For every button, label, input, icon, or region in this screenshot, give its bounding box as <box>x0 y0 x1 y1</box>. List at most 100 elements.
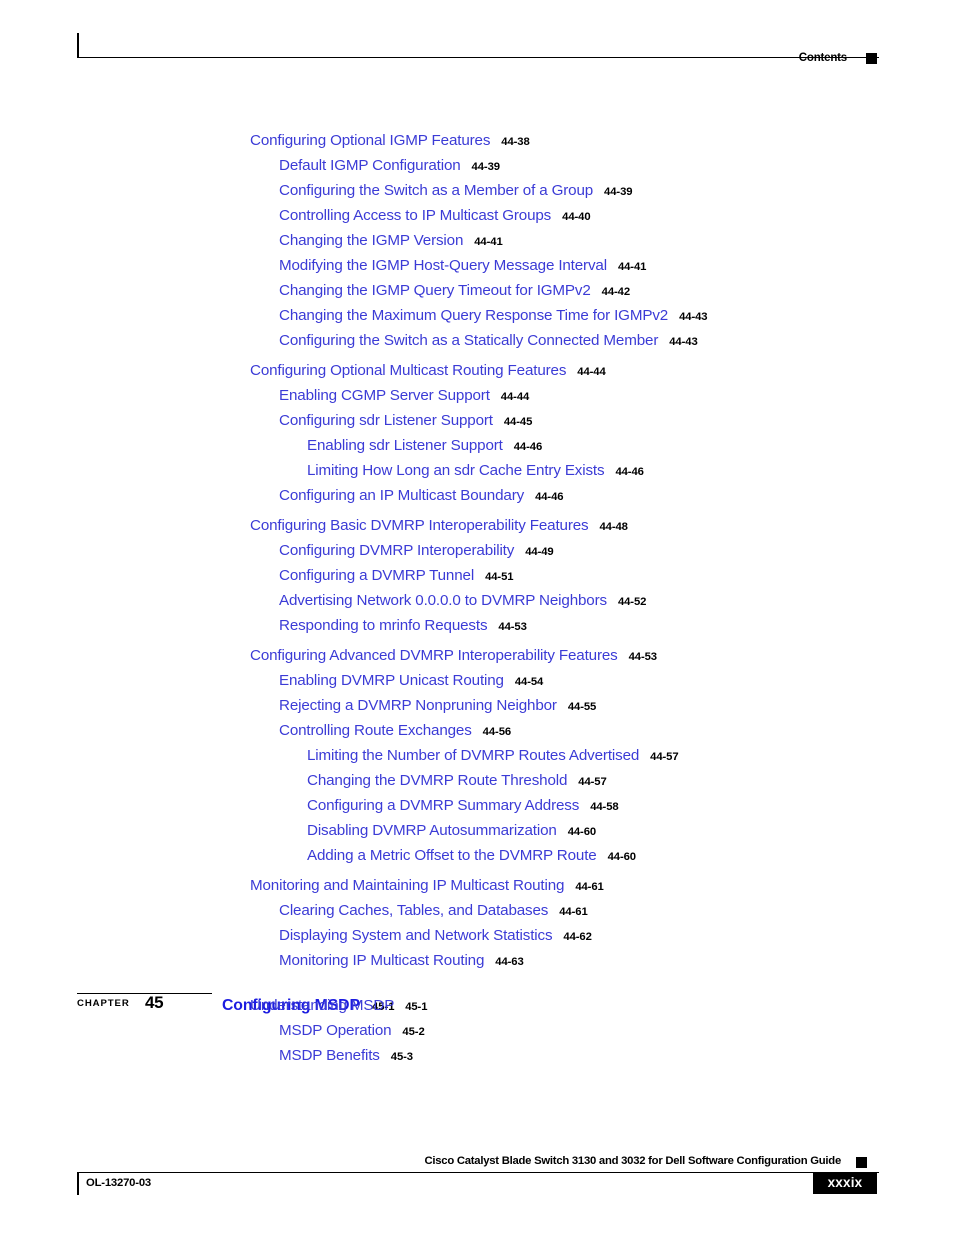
toc-entry-link[interactable]: Limiting How Long an sdr Cache Entry Exi… <box>307 462 605 479</box>
toc-entry[interactable]: Enabling DVMRP Unicast Routing 44-54 <box>0 668 954 693</box>
toc-entry-link[interactable]: Configuring Optional Multicast Routing F… <box>250 362 566 379</box>
toc-entry-page-number: 44-62 <box>563 931 592 943</box>
toc-entry-link[interactable]: Changing the DVMRP Route Threshold <box>307 772 567 789</box>
toc-entry-link[interactable]: Configuring the Switch as a Statically C… <box>279 332 658 349</box>
toc-entry-link[interactable]: Enabling DVMRP Unicast Routing <box>279 672 504 689</box>
toc-entry-page-number: 44-60 <box>567 826 597 838</box>
page-footer: Cisco Catalyst Blade Switch 3130 and 303… <box>77 1155 879 1205</box>
toc-entry[interactable]: Configuring DVMRP Interoperability 44-49 <box>0 538 954 563</box>
toc-entry[interactable]: Enabling CGMP Server Support 44-44 <box>0 383 954 408</box>
toc-entry[interactable]: Changing the DVMRP Route Threshold 44-57 <box>0 768 954 793</box>
toc-entry-link[interactable]: Advertising Network 0.0.0.0 to DVMRP Nei… <box>279 592 607 609</box>
toc-entry-link[interactable]: MSDP Operation <box>279 1022 392 1039</box>
toc-entry[interactable]: Configuring the Switch as a Member of a … <box>0 178 954 203</box>
toc-entry[interactable]: Monitoring IP Multicast Routing 44-63 <box>0 948 954 973</box>
toc-entry-page-number: 44-63 <box>495 956 524 968</box>
toc-entry-page-number: 44-56 <box>482 726 512 738</box>
toc-entry[interactable]: Controlling Route Exchanges 44-56 <box>0 718 954 743</box>
toc-entry-link[interactable]: MSDP Benefits <box>279 1047 380 1064</box>
toc-entry[interactable]: Clearing Caches, Tables, and Databases 4… <box>0 898 954 923</box>
toc-entry[interactable]: Displaying System and Network Statistics… <box>0 923 954 948</box>
toc-entry-link[interactable]: Monitoring IP Multicast Routing <box>279 952 484 969</box>
toc-entry-link[interactable]: Modifying the IGMP Host-Query Message In… <box>279 257 607 274</box>
toc-entry[interactable]: Changing the IGMP Version 44-41 <box>0 228 954 253</box>
toc-entry-link[interactable]: Enabling CGMP Server Support <box>279 387 490 404</box>
toc-entry-link[interactable]: Changing the Maximum Query Response Time… <box>279 307 668 324</box>
toc-entry[interactable]: Monitoring and Maintaining IP Multicast … <box>0 873 954 898</box>
toc-entry[interactable]: Configuring a DVMRP Summary Address 44-5… <box>0 793 954 818</box>
toc-entry-link[interactable]: Configuring Basic DVMRP Interoperability… <box>250 517 589 534</box>
toc-entry[interactable]: Rejecting a DVMRP Nonpruning Neighbor 44… <box>0 693 954 718</box>
toc-entry-link[interactable]: Configuring Optional IGMP Features <box>250 132 490 149</box>
toc-entry[interactable]: Advertising Network 0.0.0.0 to DVMRP Nei… <box>0 588 954 613</box>
toc-entry[interactable]: Limiting the Number of DVMRP Routes Adve… <box>0 743 954 768</box>
toc-entry-link[interactable]: Monitoring and Maintaining IP Multicast … <box>250 877 564 894</box>
toc-entry[interactable]: Configuring Optional IGMP Features 44-38 <box>0 128 954 153</box>
toc-entry[interactable]: MSDP Operation 45-2 <box>0 1018 954 1043</box>
toc-entry-link[interactable]: Changing the IGMP Query Timeout for IGMP… <box>279 282 591 299</box>
toc-entry-link[interactable]: Controlling Route Exchanges <box>279 722 472 739</box>
toc-entry-link[interactable]: Configuring Advanced DVMRP Interoperabil… <box>250 647 618 664</box>
toc-entry-page-number: 44-39 <box>471 161 501 173</box>
toc-entry-link[interactable]: Configuring an IP Multicast Boundary <box>279 487 524 504</box>
toc-entry-link[interactable]: Rejecting a DVMRP Nonpruning Neighbor <box>279 697 557 714</box>
toc-entry[interactable]: Configuring the Switch as a Statically C… <box>0 328 954 353</box>
toc-entry-page-number: 44-39 <box>604 186 633 198</box>
toc-entry[interactable]: Changing the Maximum Query Response Time… <box>0 303 954 328</box>
toc-entry[interactable]: Default IGMP Configuration 44-39 <box>0 153 954 178</box>
toc-entry-page-number: 44-52 <box>617 596 647 608</box>
toc-entry-page-number: 45-2 <box>402 1026 425 1038</box>
toc-entry-page-number: 44-53 <box>498 621 527 633</box>
toc-entry[interactable]: Modifying the IGMP Host-Query Message In… <box>0 253 954 278</box>
toc-entry[interactable]: Enabling sdr Listener Support 44-46 <box>0 433 954 458</box>
toc-entry-link[interactable]: Controlling Access to IP Multicast Group… <box>279 207 551 224</box>
toc-entry-link[interactable]: Limiting the Number of DVMRP Routes Adve… <box>307 747 639 764</box>
toc-entry-link[interactable]: Responding to mrinfo Requests <box>279 617 488 634</box>
toc-entry-link[interactable]: Configuring a DVMRP Tunnel <box>279 567 474 584</box>
toc-entry-link[interactable]: Changing the IGMP Version <box>279 232 463 249</box>
toc-entry[interactable]: Changing the IGMP Query Timeout for IGMP… <box>0 278 954 303</box>
toc-entry[interactable]: MSDP Benefits 45-3 <box>0 1043 954 1068</box>
toc-entry[interactable]: Disabling DVMRP Autosummarization 44-60 <box>0 818 954 843</box>
toc-entry-link[interactable]: Configuring DVMRP Interoperability <box>279 542 514 559</box>
toc-entry-page-number: 44-57 <box>650 751 679 763</box>
toc-entry-page-number: 44-45 <box>503 416 533 428</box>
toc-entry-link[interactable]: Displaying System and Network Statistics <box>279 927 553 944</box>
footer-rule <box>77 1172 879 1195</box>
toc-entry[interactable]: Responding to mrinfo Requests 44-53 <box>0 613 954 638</box>
toc-entry[interactable]: Controlling Access to IP Multicast Group… <box>0 203 954 228</box>
toc-entry-page-number: 45-3 <box>390 1051 413 1063</box>
toc-entry-link[interactable]: Understanding MSDP <box>250 997 394 1014</box>
toc-entry-link[interactable]: Clearing Caches, Tables, and Databases <box>279 902 548 919</box>
toc-entry-link[interactable]: Configuring sdr Listener Support <box>279 412 493 429</box>
toc-entry[interactable]: Configuring Advanced DVMRP Interoperabil… <box>0 643 954 668</box>
toc-entry-page-number: 44-58 <box>590 801 619 813</box>
toc-entry-link[interactable]: Disabling DVMRP Autosummarization <box>307 822 557 839</box>
footer-document-title: Cisco Catalyst Blade Switch 3130 and 303… <box>424 1155 841 1167</box>
toc-entry-link[interactable]: Configuring the Switch as a Member of a … <box>279 182 593 199</box>
toc-entry-link[interactable]: Adding a Metric Offset to the DVMRP Rout… <box>307 847 597 864</box>
toc-entry-page-number: 44-43 <box>679 311 708 323</box>
toc-entry-link[interactable]: Enabling sdr Listener Support <box>307 437 503 454</box>
toc-entry[interactable]: Configuring an IP Multicast Boundary 44-… <box>0 483 954 508</box>
toc-entry[interactable]: Configuring sdr Listener Support 44-45 <box>0 408 954 433</box>
toc-entry[interactable]: Configuring Optional Multicast Routing F… <box>0 358 954 383</box>
toc-entry[interactable]: Limiting How Long an sdr Cache Entry Exi… <box>0 458 954 483</box>
toc-entry-link[interactable]: Default IGMP Configuration <box>279 157 461 174</box>
toc-entry[interactable]: Understanding MSDP 45-1 <box>0 993 954 1018</box>
toc-entry-link[interactable]: Configuring a DVMRP Summary Address <box>307 797 579 814</box>
toc-entry[interactable]: Configuring Basic DVMRP Interoperability… <box>0 513 954 538</box>
toc-entry[interactable]: Adding a Metric Offset to the DVMRP Rout… <box>0 843 954 868</box>
toc-entry[interactable]: Configuring a DVMRP Tunnel 44-51 <box>0 563 954 588</box>
